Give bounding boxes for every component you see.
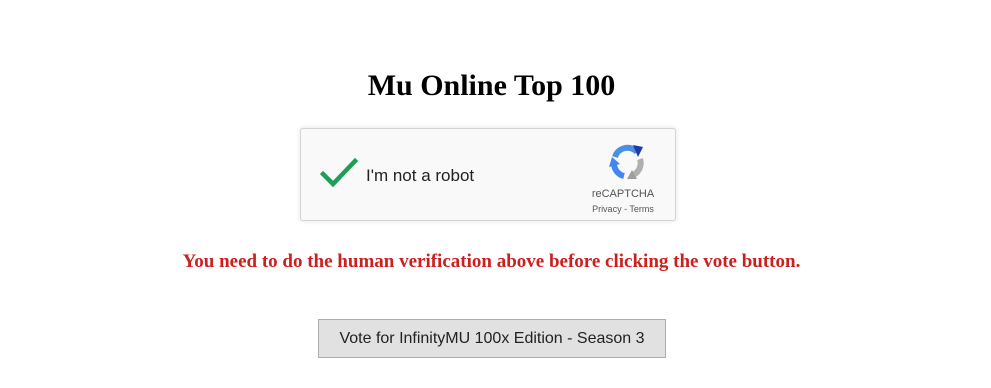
recaptcha-logo-icon xyxy=(607,143,647,183)
terms-link[interactable]: Terms xyxy=(629,204,654,214)
captcha-label: I'm not a robot xyxy=(366,166,475,185)
vote-page: Mu Online Top 100 I'm not a robot reCAPT… xyxy=(0,0,991,388)
recaptcha-brand: reCAPTCHA xyxy=(591,188,655,200)
checkmark-icon xyxy=(319,157,359,188)
verification-warning: You need to do the human verification ab… xyxy=(182,251,801,272)
privacy-link[interactable]: Privacy xyxy=(592,204,622,214)
captcha-checkbox[interactable] xyxy=(319,157,359,189)
recaptcha-widget: I'm not a robot reCAPTCHA Privacy - Term… xyxy=(300,128,676,221)
page-title: Mu Online Top 100 xyxy=(367,69,616,102)
recaptcha-links: Privacy - Terms xyxy=(573,204,673,215)
vote-button[interactable]: Vote for InfinityMU 100x Edition - Seaso… xyxy=(318,319,666,358)
